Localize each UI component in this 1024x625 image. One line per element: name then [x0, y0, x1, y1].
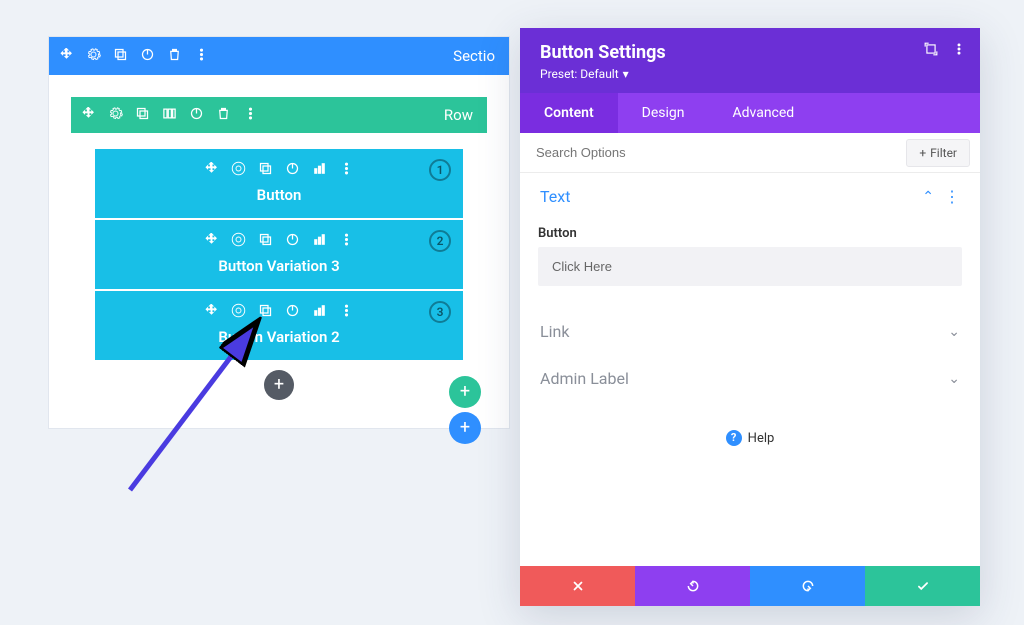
stats-icon[interactable]	[312, 161, 327, 180]
modal-header: Button Settings Preset: Default ▾	[520, 28, 980, 93]
chevron-up-icon: ⌃	[922, 189, 934, 205]
gear-icon[interactable]	[108, 106, 123, 125]
section-label: Sectio	[453, 47, 495, 65]
tab-advanced[interactable]: Advanced	[709, 93, 819, 133]
panel-admin-label: Admin Label ⌄	[538, 355, 962, 402]
power-icon[interactable]	[285, 161, 300, 180]
help-link[interactable]: ? Help	[538, 430, 962, 446]
power-icon[interactable]	[140, 47, 155, 66]
tab-design[interactable]: Design	[618, 93, 709, 133]
cancel-button[interactable]	[520, 566, 635, 606]
panel-admin-head[interactable]: Admin Label ⌄	[538, 355, 962, 402]
preset-selector[interactable]: Preset: Default ▾	[540, 67, 960, 81]
move-icon[interactable]	[59, 47, 74, 66]
module-label: Button Variation 2	[115, 328, 443, 346]
tab-content[interactable]: Content	[520, 93, 618, 133]
power-icon[interactable]	[285, 303, 300, 322]
settings-modal: Button Settings Preset: Default ▾ Conten…	[520, 28, 980, 606]
duplicate-icon[interactable]	[258, 303, 273, 322]
field-label-button: Button	[538, 226, 962, 241]
trash-icon[interactable]	[167, 47, 182, 66]
module-label: Button	[115, 186, 443, 204]
row-container: Row Button 1	[71, 97, 487, 412]
help-icon: ?	[726, 430, 742, 446]
add-module-button[interactable]: +	[264, 370, 294, 400]
module-badge: 1	[429, 159, 451, 181]
redo-button[interactable]	[750, 566, 865, 606]
chevron-down-icon: ▾	[623, 67, 629, 81]
gear-icon[interactable]	[86, 47, 101, 66]
more-icon[interactable]	[952, 42, 966, 60]
row-label: Row	[444, 106, 473, 124]
module-list: Button 1 Button Variation 3 2	[71, 133, 487, 412]
more-icon[interactable]	[339, 303, 354, 322]
more-icon[interactable]	[339, 161, 354, 180]
duplicate-icon[interactable]	[135, 106, 150, 125]
gear-icon[interactable]	[231, 161, 246, 180]
plus-icon: +	[919, 146, 926, 160]
row-toolbar: Row	[71, 97, 487, 133]
more-icon[interactable]	[243, 106, 258, 125]
add-row-button[interactable]: +	[449, 376, 481, 408]
save-button[interactable]	[865, 566, 980, 606]
duplicate-icon[interactable]	[258, 161, 273, 180]
duplicate-icon[interactable]	[258, 232, 273, 251]
module-card[interactable]: Button 1	[95, 149, 463, 218]
modal-title: Button Settings	[540, 42, 960, 63]
modal-footer	[520, 566, 980, 606]
stats-icon[interactable]	[312, 232, 327, 251]
trash-icon[interactable]	[216, 106, 231, 125]
module-label: Button Variation 3	[115, 257, 443, 275]
filter-button[interactable]: + Filter	[906, 139, 970, 167]
power-icon[interactable]	[189, 106, 204, 125]
modal-body: Text ⌃ ⋮ Button Link ⌄ Admin Label ⌄	[520, 173, 980, 566]
builder-canvas: Sectio Row	[48, 36, 510, 429]
module-card[interactable]: Button Variation 3 2	[95, 220, 463, 289]
panel-link-head[interactable]: Link ⌄	[538, 308, 962, 355]
panel-link: Link ⌄	[538, 308, 962, 355]
chevron-down-icon: ⌄	[948, 324, 960, 340]
more-icon[interactable]	[339, 232, 354, 251]
module-card[interactable]: Button Variation 2 3	[95, 291, 463, 360]
move-icon[interactable]	[204, 232, 219, 251]
gear-icon[interactable]	[231, 232, 246, 251]
more-icon[interactable]: ⋮	[944, 187, 960, 206]
section-toolbar: Sectio	[49, 37, 509, 75]
search-input[interactable]	[520, 133, 906, 172]
search-row: + Filter	[520, 133, 980, 173]
panel-text-head[interactable]: Text ⌃ ⋮	[538, 173, 962, 220]
more-icon[interactable]	[194, 47, 209, 66]
gear-icon[interactable]	[231, 303, 246, 322]
move-icon[interactable]	[204, 303, 219, 322]
move-icon[interactable]	[204, 161, 219, 180]
module-badge: 3	[429, 301, 451, 323]
power-icon[interactable]	[285, 232, 300, 251]
button-text-input[interactable]	[538, 247, 962, 286]
modal-tabs: Content Design Advanced	[520, 93, 980, 133]
panel-text: Text ⌃ ⋮ Button	[538, 173, 962, 286]
columns-icon[interactable]	[162, 106, 177, 125]
move-icon[interactable]	[81, 106, 96, 125]
undo-button[interactable]	[635, 566, 750, 606]
stats-icon[interactable]	[312, 303, 327, 322]
add-section-button[interactable]: +	[449, 412, 481, 444]
module-badge: 2	[429, 230, 451, 252]
expand-icon[interactable]	[924, 42, 938, 60]
chevron-down-icon: ⌄	[948, 371, 960, 387]
duplicate-icon[interactable]	[113, 47, 128, 66]
